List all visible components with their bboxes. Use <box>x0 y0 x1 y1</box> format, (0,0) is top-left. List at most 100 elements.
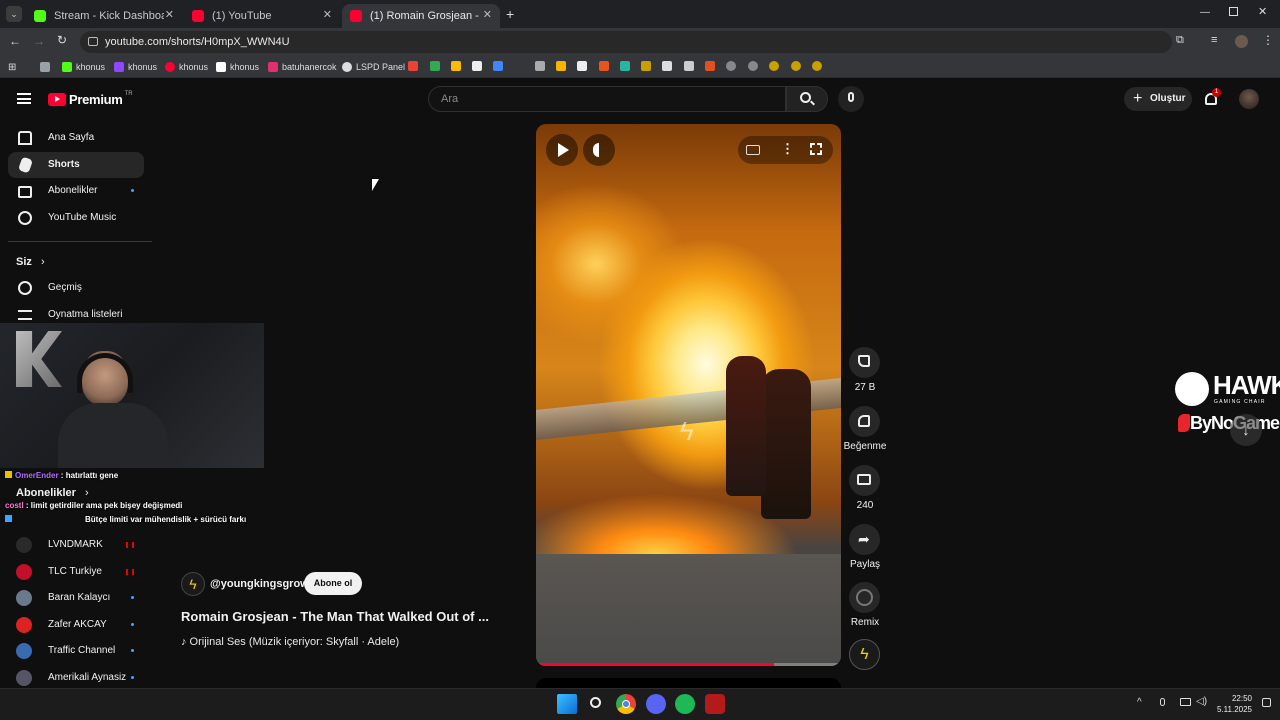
youtube-logo[interactable]: Premium TR <box>48 91 133 107</box>
dislike-button[interactable] <box>849 406 880 437</box>
bookmark-icon[interactable] <box>684 61 694 71</box>
chrome-taskbar-icon[interactable] <box>616 694 636 714</box>
spotify-taskbar-icon[interactable] <box>675 694 695 714</box>
restore-icon[interactable] <box>1229 7 1238 16</box>
app-taskbar-icon[interactable] <box>705 694 725 714</box>
search-taskbar-icon[interactable] <box>587 694 607 714</box>
bookmark-icon[interactable] <box>726 61 736 71</box>
bookmark-khonus-youtube[interactable]: khonus <box>165 60 208 74</box>
speaker-icon[interactable]: ◁) <box>1196 696 1207 707</box>
short-title[interactable]: Romain Grosjean - The Man That Walked Ou… <box>181 609 489 624</box>
channel-avatar[interactable]: ϟ <box>181 572 205 596</box>
volume-button[interactable] <box>583 134 615 166</box>
mic-button[interactable] <box>838 86 864 112</box>
tray-chevron-icon[interactable]: ^ <box>1137 697 1142 708</box>
sidebar-item-history[interactable]: Geçmiş <box>8 275 144 301</box>
sidebar-sub-lvndmark[interactable]: LVNDMARK <box>8 532 144 558</box>
sidebar-item-youtube-music[interactable]: YouTube Music <box>8 205 144 231</box>
tab-search-button[interactable]: ⌄ <box>6 6 22 22</box>
notifications-button[interactable]: 1 <box>1203 88 1221 107</box>
sidebar-item-shorts[interactable]: Shorts <box>8 152 144 178</box>
search-button[interactable] <box>786 86 828 112</box>
bookmark-icon[interactable] <box>408 61 418 71</box>
discord-taskbar-icon[interactable] <box>646 694 666 714</box>
channel-handle[interactable]: @youngkingsgrow <box>210 578 309 590</box>
bookmark-icon[interactable] <box>535 61 545 71</box>
extensions-icon[interactable]: ⧉ <box>1176 34 1184 47</box>
bookmark-icon[interactable] <box>577 61 587 71</box>
start-icon[interactable] <box>557 694 577 714</box>
bookmark-icon[interactable] <box>430 61 440 71</box>
channel-avatar-small[interactable]: ϟ <box>849 639 880 670</box>
bookmark-icon[interactable] <box>791 61 801 71</box>
bookmark-icon[interactable] <box>620 61 630 71</box>
close-icon[interactable]: ✕ <box>483 8 492 21</box>
bookmark-lspd-panel[interactable]: LSPD Panel <box>342 60 405 74</box>
bookmark-icon[interactable] <box>705 61 715 71</box>
like-button[interactable] <box>849 347 880 378</box>
reload-icon[interactable]: ↻ <box>57 33 67 47</box>
sidebar-section-subscriptions[interactable]: Abonelikler › <box>16 487 89 499</box>
play-button[interactable] <box>546 134 578 166</box>
back-icon[interactable]: ← <box>9 34 21 48</box>
more-options-icon[interactable]: ⋮ <box>781 141 794 157</box>
captions-icon[interactable] <box>746 145 760 155</box>
sidebar-sub-traffic-channel[interactable]: Traffic Channel <box>8 638 144 664</box>
bookmark-icon[interactable] <box>493 61 503 71</box>
history-icon <box>18 281 32 295</box>
new-tab-button[interactable]: + <box>506 6 514 22</box>
comments-button[interactable] <box>849 465 880 496</box>
address-bar[interactable]: youtube.com/shorts/H0mpX_WWN4U <box>80 31 1172 53</box>
sidebar-sub-zafer-akcay[interactable]: Zafer AKCAY <box>8 612 144 638</box>
subscribe-button[interactable]: Abone ol <box>304 572 362 595</box>
sidebar-item-home[interactable]: Ana Sayfa <box>8 125 144 151</box>
share-button[interactable]: ➦ <box>849 524 880 555</box>
search-input[interactable]: Ara <box>428 86 786 112</box>
tab-youtube[interactable]: (1) YouTube ✕ <box>184 4 340 28</box>
sidebar-sub-baran-kalayci[interactable]: Baran Kalaycı <box>8 585 144 611</box>
hamburger-menu-icon[interactable] <box>17 93 31 104</box>
profile-avatar[interactable] <box>1235 35 1248 48</box>
account-avatar[interactable] <box>1239 89 1259 109</box>
progress-track[interactable] <box>536 663 841 666</box>
bookmark-icon[interactable] <box>812 61 822 71</box>
menu-icon[interactable]: ⋮ <box>1262 33 1274 47</box>
bookmark-icon[interactable] <box>748 61 758 71</box>
close-icon[interactable]: ✕ <box>165 8 174 21</box>
bookmark-icon[interactable] <box>472 61 482 71</box>
bookmark-icon[interactable] <box>451 61 461 71</box>
network-icon[interactable] <box>1180 698 1191 706</box>
site-info-icon[interactable] <box>88 37 98 46</box>
create-button[interactable]: + Oluştur <box>1124 87 1192 111</box>
sidebar-section-you[interactable]: Siz › <box>16 256 45 268</box>
audio-attribution[interactable]: ♪ Orijinal Ses (Müzik içeriyor: Skyfall … <box>181 636 399 648</box>
close-icon[interactable]: ✕ <box>323 8 332 21</box>
sidebar-item-subscriptions[interactable]: Abonelikler <box>8 178 144 204</box>
media-icon[interactable]: ≡ <box>1211 34 1217 46</box>
bookmark-icon[interactable] <box>769 61 779 71</box>
firefighter <box>761 369 811 519</box>
bookmark-khonus-twitch[interactable]: khonus <box>114 60 157 74</box>
remix-button[interactable] <box>849 582 880 613</box>
minimize-icon[interactable]: — <box>1200 7 1210 18</box>
bookmark-khonus-kick[interactable]: khonus <box>62 60 105 74</box>
bookmark-icon[interactable] <box>662 61 672 71</box>
tab-kick-dashboard[interactable]: Stream - Kick Dashboard ✕ <box>26 4 182 28</box>
tab-current-short[interactable]: (1) Romain Grosjean - The Man ✕ <box>342 4 500 28</box>
system-clock[interactable]: 22:50 5.11.2025 <box>1210 693 1252 715</box>
bookmark-icon[interactable] <box>641 61 651 71</box>
apps-icon[interactable]: ⊞ <box>8 60 16 74</box>
scroll-down-button[interactable]: ↓ <box>1230 414 1262 446</box>
close-window-icon[interactable]: ✕ <box>1258 5 1267 18</box>
forward-icon[interactable]: → <box>33 34 45 48</box>
bookmarks-bar: ⊞ khonus khonus khonus khonus batuhanerc… <box>0 56 1280 78</box>
bookmark-batuhanercok[interactable]: batuhanercok <box>268 60 337 74</box>
mic-tray-icon[interactable] <box>1160 698 1165 706</box>
sidebar-sub-tlc-turkiye[interactable]: TLC Turkiye <box>8 559 144 585</box>
bookmark-icon[interactable] <box>599 61 609 71</box>
folder-icon[interactable] <box>40 60 54 74</box>
bookmark-khonus-x[interactable]: khonus <box>216 60 259 74</box>
shorts-video-player[interactable]: ⋮ ϟ <box>536 124 841 666</box>
bookmark-icon[interactable] <box>556 61 566 71</box>
notification-center-icon[interactable] <box>1262 698 1271 707</box>
